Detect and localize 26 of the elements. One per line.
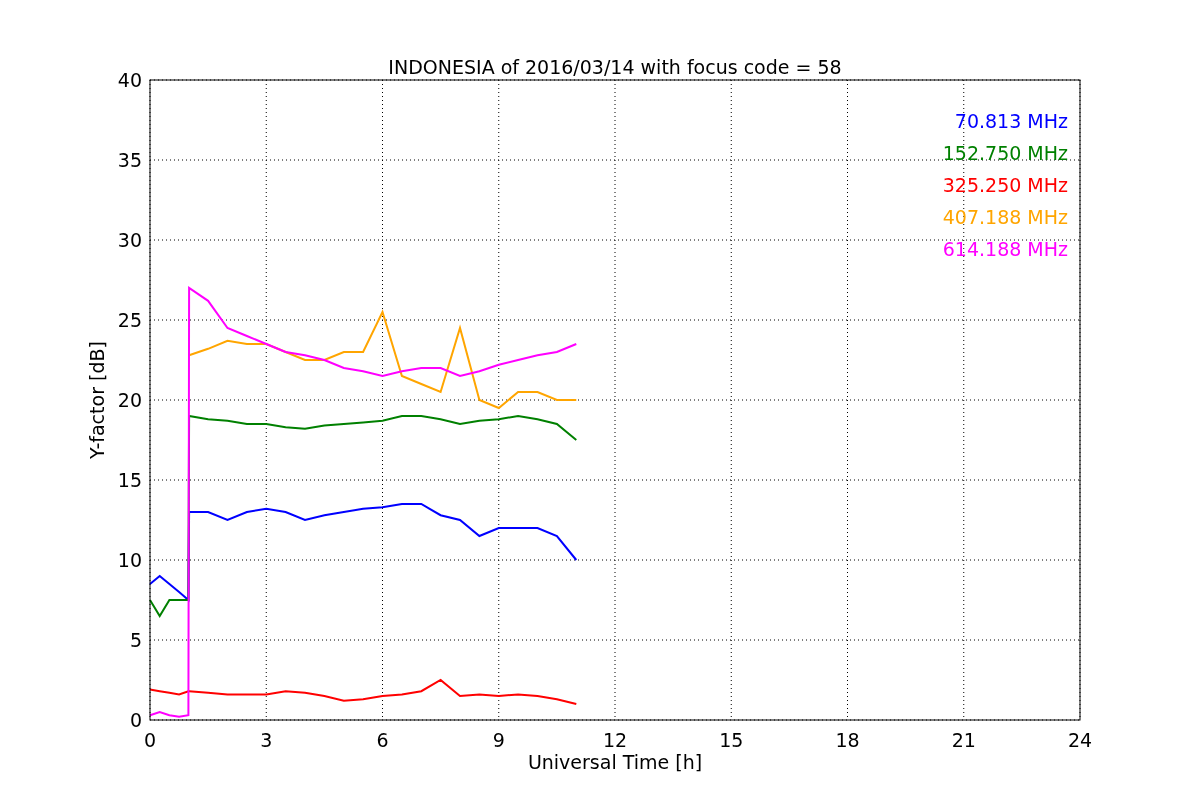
- x-tick-label: 18: [835, 729, 860, 751]
- x-tick-label: 15: [719, 729, 744, 751]
- legend-label: 325.250 MHz: [942, 174, 1068, 196]
- y-tick-label: 0: [129, 709, 142, 731]
- legend-label: 407.188 MHz: [942, 206, 1068, 228]
- y-tick-label: 25: [117, 309, 142, 331]
- x-tick-label: 21: [951, 729, 976, 751]
- x-axis-label: Universal Time [h]: [527, 751, 703, 773]
- y-tick-label: 20: [117, 389, 142, 411]
- x-tick-label: 9: [492, 729, 505, 751]
- y-tick-label: 40: [117, 69, 142, 91]
- x-tick-label: 24: [1067, 729, 1093, 751]
- legend-label: 614.188 MHz: [942, 238, 1068, 260]
- x-tick-label: 3: [260, 729, 273, 751]
- x-tick-label: 0: [143, 729, 157, 751]
- y-tick-label: 10: [117, 549, 142, 571]
- legend-label: 70.813 MHz: [954, 110, 1068, 132]
- y-tick-label: 5: [129, 629, 142, 651]
- y-tick-label: 30: [117, 229, 142, 251]
- y-axis-label: Y-factor [dB]: [86, 341, 108, 459]
- y-tick-label: 35: [117, 149, 142, 171]
- y-tick-label: 15: [117, 469, 142, 491]
- x-tick-label: 6: [376, 729, 389, 751]
- legend-label: 152.750 MHz: [942, 142, 1068, 164]
- x-tick-label: 12: [602, 729, 628, 751]
- chart-title: INDONESIA of 2016/03/14 with focus code = 58: [388, 56, 842, 78]
